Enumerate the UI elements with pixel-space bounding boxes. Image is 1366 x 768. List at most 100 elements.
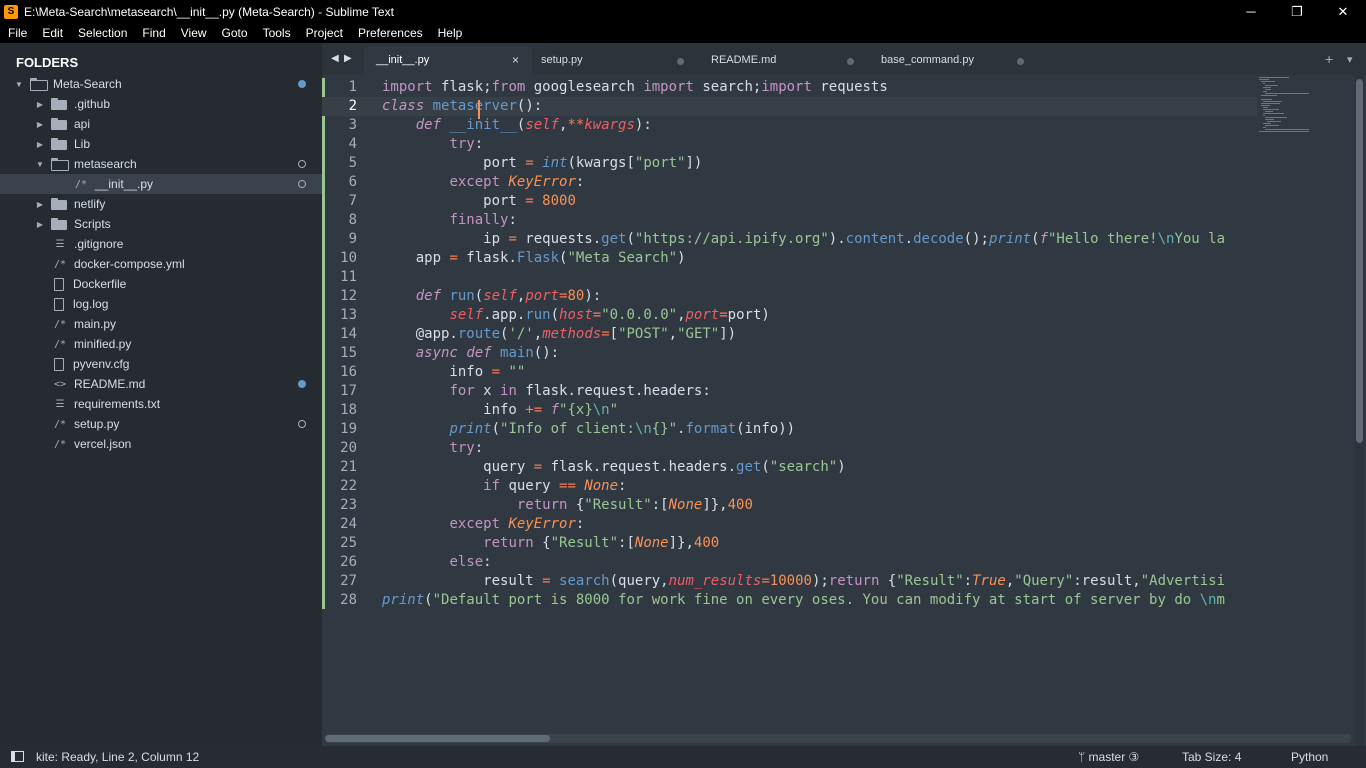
- menu-edit[interactable]: Edit: [34, 26, 70, 40]
- chevron-down-icon[interactable]: ▼: [14, 80, 24, 89]
- tab-size-indicator[interactable]: Tab Size: 4: [1182, 750, 1241, 764]
- code-line: 28 print("Default port is 8000 for work f…: [322, 591, 1257, 610]
- line-number: 18: [340, 402, 357, 418]
- tab-bar: ◀ ▶ __init__.py × setup.py README.md base_co…: [322, 43, 1366, 75]
- markdown-file-icon: <>: [53, 378, 67, 390]
- close-button[interactable]: ✕: [1320, 0, 1366, 23]
- git-branch[interactable]: ᛘ master ③: [1078, 750, 1139, 764]
- tree-item-label: README.md: [74, 377, 146, 391]
- vertical-scrollbar[interactable]: [1355, 75, 1364, 746]
- chevron-down-icon[interactable]: ▼: [35, 160, 45, 169]
- minimap-line: [1263, 123, 1271, 124]
- nav-left-icon[interactable]: ◀: [331, 53, 339, 64]
- menu-selection[interactable]: Selection: [70, 26, 134, 40]
- tree-item[interactable]: /* docker-compose.yml: [0, 254, 322, 274]
- tree-item-label: Scripts: [74, 217, 111, 231]
- maximize-button[interactable]: ❐: [1274, 0, 1320, 23]
- code-line: 1 import flask;from googlesearch import s…: [322, 78, 1257, 97]
- code-line: 12 def run(self,port=80):: [322, 287, 1257, 306]
- close-icon[interactable]: ×: [512, 53, 519, 67]
- tree-item[interactable]: <> README.md: [0, 374, 322, 394]
- code-line: 3 def __init__(self,**kwargs):: [322, 116, 1257, 135]
- tree-item[interactable]: Dockerfile: [0, 274, 322, 294]
- tree-item-label: minified.py: [74, 337, 132, 351]
- code-text: except KeyError:: [449, 174, 585, 190]
- unsaved-dot-icon[interactable]: [677, 58, 684, 65]
- menu-view[interactable]: View: [173, 26, 214, 40]
- menu-find[interactable]: Find: [134, 26, 172, 40]
- code-line: 10 app = flask.Flask("Meta Search"): [322, 249, 1257, 268]
- folders-title: FOLDERS: [16, 55, 79, 70]
- code-line: 19 print("Info of client:\n{}".format(in…: [322, 420, 1257, 439]
- new-tab-icon[interactable]: +: [1325, 51, 1333, 67]
- code-text: print("Info of client:\n{}".format(info)…: [449, 421, 796, 437]
- tree-item[interactable]: ☰ requirements.txt: [0, 394, 322, 414]
- tree-item[interactable]: ▼ Meta-Search: [0, 74, 322, 94]
- unsaved-dot-icon[interactable]: [847, 58, 854, 65]
- tree-item[interactable]: ☰ .gitignore: [0, 234, 322, 254]
- code-line: 7 port = 8000: [322, 192, 1257, 211]
- menu-tools[interactable]: Tools: [255, 26, 298, 40]
- code-text: self.app.run(host="0.0.0.0",port=port): [449, 307, 770, 323]
- menu-goto[interactable]: Goto: [214, 26, 255, 40]
- chevron-right-icon[interactable]: ▶: [35, 120, 45, 129]
- tree-item-label: main.py: [74, 317, 117, 331]
- tree-item[interactable]: pyvenv.cfg: [0, 354, 322, 374]
- menu-project[interactable]: Project: [298, 26, 350, 40]
- vertical-scroll-thumb[interactable]: [1356, 79, 1363, 443]
- text-file-icon: ☰: [55, 238, 65, 250]
- tree-item[interactable]: ▶ api: [0, 114, 322, 134]
- minimap[interactable]: [1257, 75, 1357, 740]
- tree-item[interactable]: ▶ Scripts: [0, 214, 322, 234]
- tab-label: base_command.py: [881, 54, 974, 66]
- code-text: try:: [449, 136, 484, 152]
- tree-item-label: vercel.json: [74, 437, 132, 451]
- minimap-line: [1267, 121, 1281, 122]
- line-number: 8: [348, 212, 357, 228]
- menu-preferences[interactable]: Preferences: [350, 26, 430, 40]
- minimap-line: [1265, 117, 1287, 118]
- code-text: def __init__(self,**kwargs):: [415, 117, 652, 133]
- tree-item[interactable]: /* minified.py: [0, 334, 322, 354]
- chevron-right-icon[interactable]: ▶: [35, 220, 45, 229]
- tree-item[interactable]: ▼ metasearch: [0, 154, 322, 174]
- minimap-line: [1263, 87, 1271, 88]
- tree-item[interactable]: /* vercel.json: [0, 434, 322, 454]
- line-number: 5: [348, 155, 357, 171]
- tree-item[interactable]: /* setup.py: [0, 414, 322, 434]
- sidebar: FOLDERS ▼ Meta-Search ▶ .github ▶ api ▶ Lib ▼ met…: [0, 43, 322, 746]
- tree-item[interactable]: log.log: [0, 294, 322, 314]
- tree-item[interactable]: ▶ Lib: [0, 134, 322, 154]
- code-text: port = 8000: [382, 193, 576, 209]
- tree-item[interactable]: ▶ .github: [0, 94, 322, 114]
- nav-right-icon[interactable]: ▶: [344, 53, 352, 64]
- git-modified-dot: [298, 380, 306, 388]
- tree-item[interactable]: /* main.py: [0, 314, 322, 334]
- code-line: 18 info += f"{x}\n": [322, 401, 1257, 420]
- panel-toggle-icon[interactable]: [11, 751, 24, 762]
- chevron-right-icon[interactable]: ▶: [35, 200, 45, 209]
- sublime-window: S E:\Meta-Search\metasearch\__init__.py …: [0, 0, 1366, 768]
- code-editor[interactable]: 1 import flask;from googlesearch import s…: [322, 75, 1366, 746]
- horizontal-scroll-thumb[interactable]: [325, 735, 550, 742]
- chevron-right-icon[interactable]: ▶: [35, 140, 45, 149]
- tree-item[interactable]: ▶ netlify: [0, 194, 322, 214]
- tab-base-command-py[interactable]: base_command.py: [869, 46, 1039, 75]
- tab-setup-py[interactable]: setup.py: [529, 46, 699, 75]
- horizontal-scrollbar[interactable]: [325, 734, 1351, 743]
- code-line: 15 async def main():: [322, 344, 1257, 363]
- minimize-button[interactable]: ─: [1228, 0, 1274, 23]
- tab-menu-icon[interactable]: ▾: [1347, 53, 1353, 66]
- tree-item-label: requirements.txt: [74, 397, 161, 411]
- menu-help[interactable]: Help: [430, 26, 470, 40]
- unsaved-dot-icon[interactable]: [1017, 58, 1024, 65]
- tab-readme-md[interactable]: README.md: [699, 46, 869, 75]
- tab--init-py[interactable]: __init__.py ×: [364, 46, 532, 75]
- tree-item[interactable]: /* __init__.py: [0, 174, 322, 194]
- code-line: 5 port = int(kwargs["port"]): [322, 154, 1257, 173]
- menu-file[interactable]: File: [0, 26, 34, 40]
- line-number: 3: [348, 117, 357, 133]
- chevron-right-icon[interactable]: ▶: [35, 100, 45, 109]
- minimap-line: [1263, 101, 1282, 102]
- syntax-indicator[interactable]: Python: [1291, 750, 1328, 764]
